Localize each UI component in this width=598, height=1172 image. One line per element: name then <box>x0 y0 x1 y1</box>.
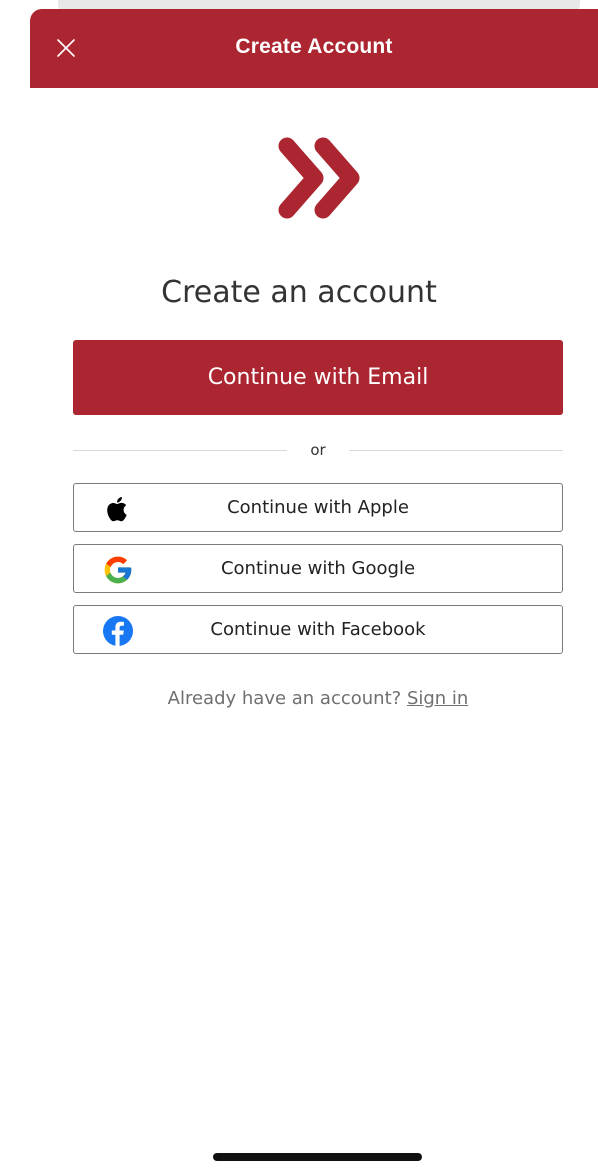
signin-row: Already have an account? Sign in <box>0 688 598 709</box>
double-chevron-logo-icon <box>278 137 360 219</box>
home-indicator <box>213 1153 422 1161</box>
page-heading: Create an account <box>161 275 437 310</box>
header-title: Create Account <box>235 35 393 58</box>
divider-right <box>349 450 563 451</box>
modal-header: Create Account <box>30 9 598 88</box>
continue-with-apple-button[interactable]: Continue with Apple <box>73 483 563 532</box>
brand-logo <box>273 136 365 220</box>
continue-with-facebook-button[interactable]: Continue with Facebook <box>73 605 563 654</box>
signin-link[interactable]: Sign in <box>407 688 468 709</box>
continue-with-google-button[interactable]: Continue with Google <box>73 544 563 593</box>
apple-button-label: Continue with Apple <box>227 497 409 518</box>
facebook-button-label: Continue with Facebook <box>210 619 426 640</box>
google-button-label: Continue with Google <box>220 558 416 579</box>
continue-with-email-button[interactable]: Continue with Email <box>73 340 563 415</box>
signin-prompt: Already have an account? <box>167 688 402 709</box>
